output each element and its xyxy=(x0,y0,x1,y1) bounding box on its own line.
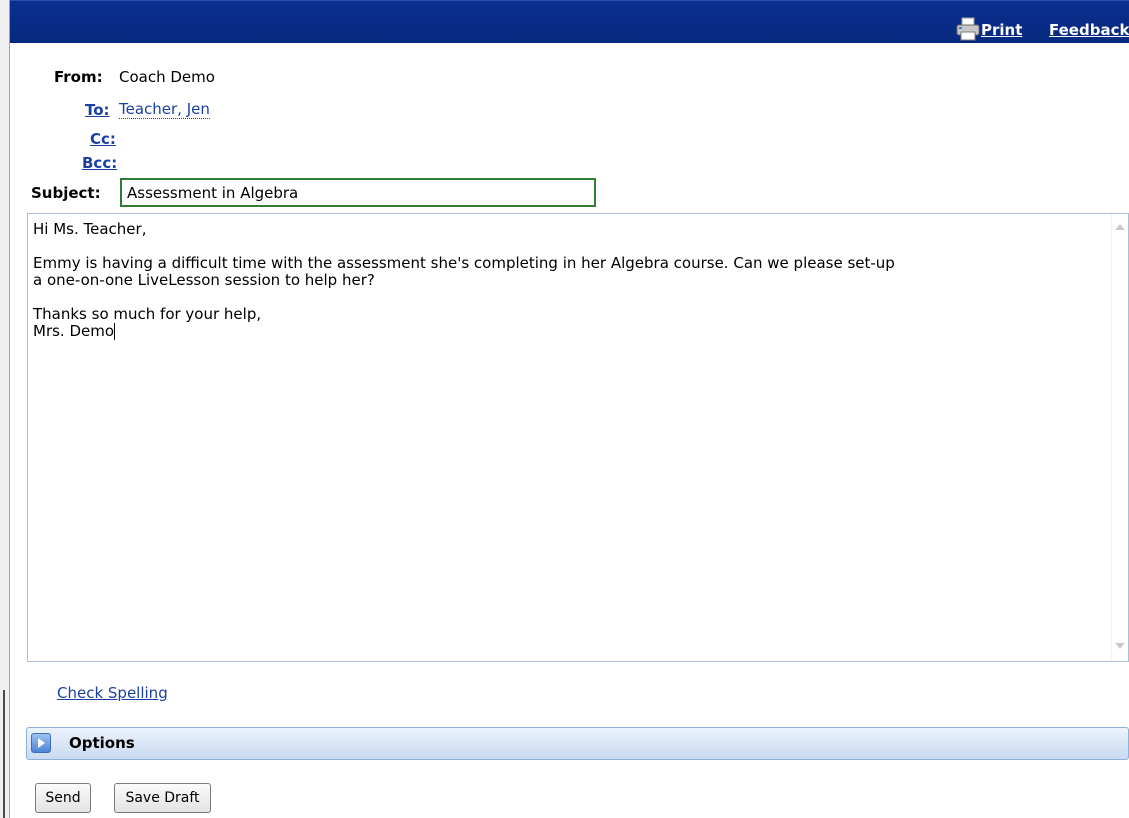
from-label: From: xyxy=(54,68,103,86)
print-link[interactable]: Print xyxy=(981,21,1022,39)
feedback-link[interactable]: Feedback xyxy=(1049,21,1129,39)
message-body-content: Hi Ms. Teacher, Emmy is having a difficu… xyxy=(33,220,895,340)
expand-options-icon[interactable] xyxy=(31,733,51,753)
subject-input[interactable] xyxy=(120,178,596,207)
scroll-up-arrow-icon[interactable] xyxy=(1115,224,1125,230)
message-body-editor[interactable]: Hi Ms. Teacher, Emmy is having a difficu… xyxy=(27,213,1129,662)
bcc-link[interactable]: Bcc: xyxy=(82,154,117,172)
window-edge-marker xyxy=(3,690,5,818)
options-label: Options xyxy=(69,734,135,752)
check-spelling-link[interactable]: Check Spelling xyxy=(57,684,168,702)
options-panel-header[interactable]: Options xyxy=(26,727,1129,760)
window-left-border xyxy=(0,0,10,818)
to-recipient[interactable]: Teacher, Jen xyxy=(119,100,210,119)
save-draft-button[interactable]: Save Draft xyxy=(114,783,211,813)
subject-label: Subject: xyxy=(31,184,101,202)
send-button[interactable]: Send xyxy=(35,783,91,813)
from-value: Coach Demo xyxy=(119,68,215,86)
to-link[interactable]: To: xyxy=(85,101,110,119)
top-toolbar: Print Feedback xyxy=(10,0,1129,43)
text-cursor xyxy=(114,323,116,340)
body-scrollbar[interactable] xyxy=(1111,214,1128,661)
printer-icon[interactable] xyxy=(955,17,981,41)
message-body-text[interactable]: Hi Ms. Teacher, Emmy is having a difficu… xyxy=(33,221,1111,340)
cc-link[interactable]: Cc: xyxy=(90,130,116,148)
scroll-down-arrow-icon[interactable] xyxy=(1115,643,1125,649)
